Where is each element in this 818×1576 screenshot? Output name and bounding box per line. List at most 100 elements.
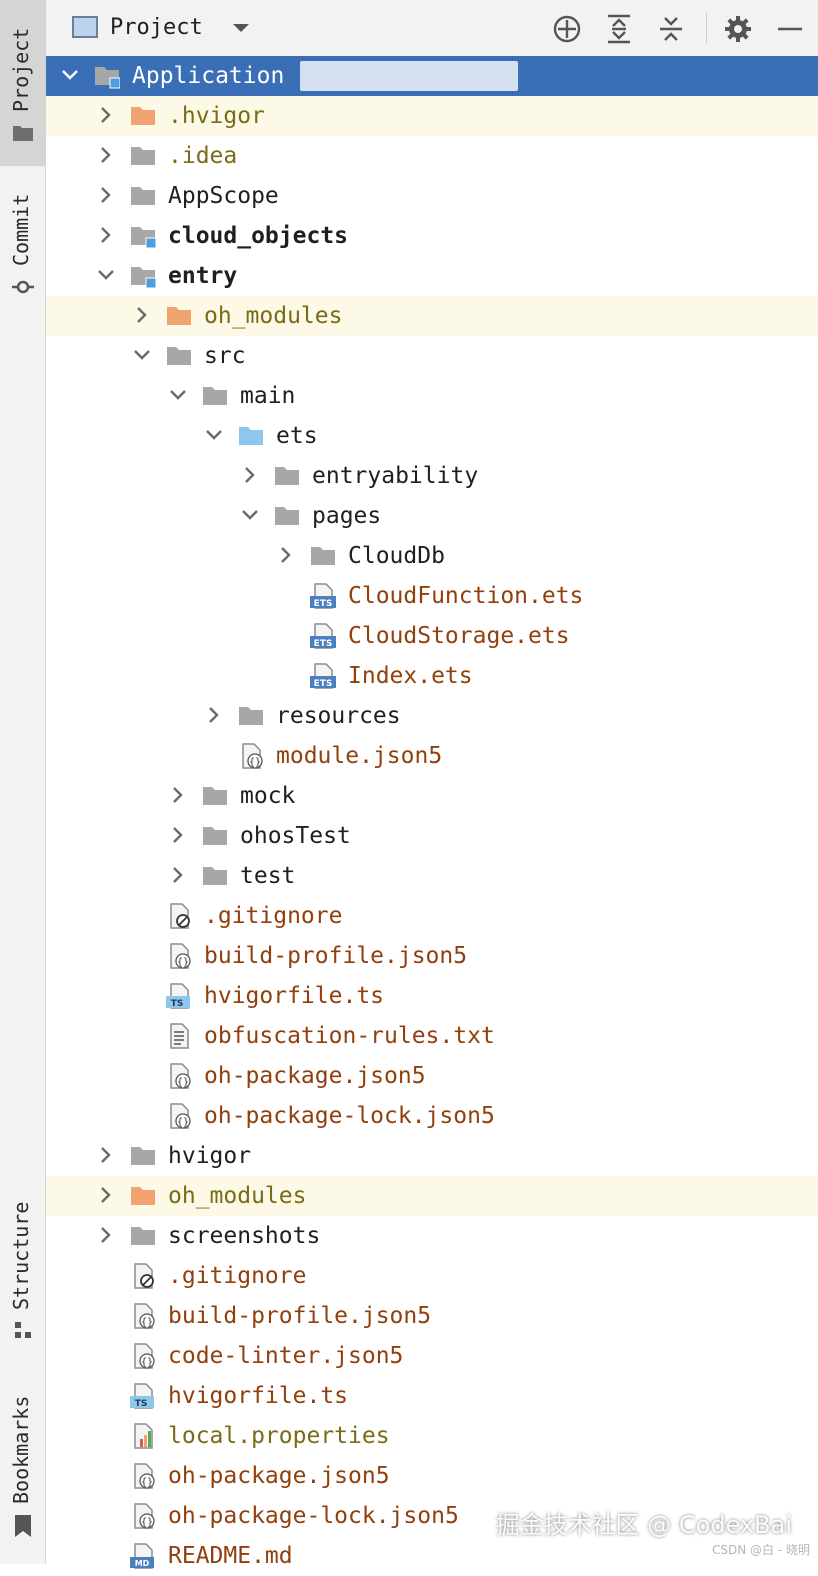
tree-row-label: oh-package-lock.json5 xyxy=(168,1503,459,1529)
tree-row[interactable]: TS hvigorfile.ts xyxy=(46,976,818,1016)
bookmarks-tool-tab[interactable]: Bookmarks xyxy=(0,1380,45,1550)
tree-row[interactable]: main xyxy=(46,376,818,416)
svg-text:ETS: ETS xyxy=(314,679,333,689)
commit-tool-tab[interactable]: Commit xyxy=(0,180,45,300)
panel-title[interactable]: Project xyxy=(110,15,203,40)
json-file-icon: {} xyxy=(166,1063,192,1089)
tree-row-label: oh_modules xyxy=(204,303,343,329)
folder-icon xyxy=(274,503,300,529)
folder-orange-icon xyxy=(166,303,192,329)
tree-row[interactable]: {} build-profile.json5 xyxy=(46,936,818,976)
tree-row-label: build-profile.json5 xyxy=(204,943,468,969)
chevron-right-icon[interactable] xyxy=(96,185,116,205)
svg-text:TS: TS xyxy=(135,1399,148,1409)
folder-icon xyxy=(130,183,156,209)
text-file-icon xyxy=(166,1023,192,1049)
tree-row[interactable]: {} build-profile.json5 xyxy=(46,1296,818,1336)
gear-icon[interactable] xyxy=(721,12,755,46)
locate-icon[interactable] xyxy=(550,12,584,46)
tree-row[interactable]: entryability xyxy=(46,456,818,496)
tree-row[interactable]: ETS Index.ets xyxy=(46,656,818,696)
chevron-down-icon[interactable] xyxy=(204,425,224,445)
folder-icon xyxy=(130,1143,156,1169)
tree-row-label: entry xyxy=(168,263,238,289)
tree-row[interactable]: .gitignore xyxy=(46,1256,818,1296)
chevron-right-icon[interactable] xyxy=(96,225,116,245)
chevron-right-icon[interactable] xyxy=(132,305,152,325)
tree-row[interactable]: {} oh-package-lock.json5 xyxy=(46,1096,818,1136)
chevron-down-icon[interactable] xyxy=(240,505,260,525)
tree-row[interactable]: pages xyxy=(46,496,818,536)
tree-row-label: module.json5 xyxy=(276,743,443,769)
tree-row[interactable]: resources xyxy=(46,696,818,736)
tree-row-label: resources xyxy=(276,703,401,729)
project-panel-header: Project xyxy=(46,0,818,57)
expand-all-icon[interactable] xyxy=(602,12,636,46)
chevron-right-icon[interactable] xyxy=(168,785,188,805)
tree-row[interactable]: cloud_objects xyxy=(46,216,818,256)
chevron-right-icon[interactable] xyxy=(96,1145,116,1165)
svg-text:TS: TS xyxy=(171,999,184,1009)
tree-row[interactable]: ohosTest xyxy=(46,816,818,856)
tree-row[interactable]: MD README.md xyxy=(46,1536,818,1576)
tree-row[interactable]: ets xyxy=(46,416,818,456)
tree-row[interactable]: .gitignore xyxy=(46,896,818,936)
chevron-right-icon[interactable] xyxy=(96,105,116,125)
tree-row[interactable]: oh_modules xyxy=(46,296,818,336)
view-dropdown-chevron-icon[interactable] xyxy=(232,22,250,34)
chevron-down-icon[interactable] xyxy=(132,345,152,365)
chevron-right-icon[interactable] xyxy=(96,1225,116,1245)
tree-row[interactable]: {} module.json5 xyxy=(46,736,818,776)
chevron-down-icon[interactable] xyxy=(60,65,80,85)
tree-row-label: Application xyxy=(132,63,285,89)
bookmarks-tool-label: Bookmarks xyxy=(9,1395,33,1504)
project-tool-tab[interactable]: Project xyxy=(0,0,45,166)
chevron-right-icon[interactable] xyxy=(204,705,224,725)
json-file-icon: {} xyxy=(166,1103,192,1129)
tree-row[interactable]: .hvigor xyxy=(46,96,818,136)
tree-row[interactable]: hvigor xyxy=(46,1136,818,1176)
ets-file-icon: ETS xyxy=(310,663,336,689)
tree-row-label: hvigorfile.ts xyxy=(168,1383,349,1409)
tree-row[interactable]: src xyxy=(46,336,818,376)
folder-icon xyxy=(130,1223,156,1249)
tree-row[interactable]: mock xyxy=(46,776,818,816)
tree-row[interactable]: ETS CloudStorage.ets xyxy=(46,616,818,656)
tree-row[interactable]: Application xyxy=(46,56,818,96)
chevron-right-icon[interactable] xyxy=(168,825,188,845)
minimize-icon[interactable] xyxy=(773,12,807,46)
collapse-all-icon[interactable] xyxy=(654,12,688,46)
svg-text:{}: {} xyxy=(177,1117,189,1128)
tree-row[interactable]: .idea xyxy=(46,136,818,176)
tree-row[interactable]: test xyxy=(46,856,818,896)
tree-row[interactable]: screenshots xyxy=(46,1216,818,1256)
tree-row[interactable]: ETS CloudFunction.ets xyxy=(46,576,818,616)
chevron-right-icon[interactable] xyxy=(96,145,116,165)
svg-text:{}: {} xyxy=(177,957,189,968)
tree-row[interactable]: oh_modules xyxy=(46,1176,818,1216)
tree-row[interactable]: CloudDb xyxy=(46,536,818,576)
tree-row[interactable]: {} oh-package.json5 xyxy=(46,1456,818,1496)
tree-row[interactable]: local.properties xyxy=(46,1416,818,1456)
tree-row[interactable]: TS hvigorfile.ts xyxy=(46,1376,818,1416)
tree-row[interactable]: {} oh-package.json5 xyxy=(46,1056,818,1096)
chevron-down-icon[interactable] xyxy=(168,385,188,405)
folder-blue-icon xyxy=(238,423,264,449)
tree-row[interactable]: {} code-linter.json5 xyxy=(46,1336,818,1376)
folder-orange-icon xyxy=(130,103,156,129)
tree-row-label: oh-package.json5 xyxy=(204,1063,426,1089)
tree-row-label: screenshots xyxy=(168,1223,321,1249)
folder-icon xyxy=(130,143,156,169)
tree-row[interactable]: entry xyxy=(46,256,818,296)
chevron-down-icon[interactable] xyxy=(96,265,116,285)
structure-tool-tab[interactable]: Structure xyxy=(0,1180,45,1350)
tree-row[interactable]: obfuscation-rules.txt xyxy=(46,1016,818,1056)
chevron-right-icon[interactable] xyxy=(240,465,260,485)
properties-file-icon xyxy=(130,1423,156,1449)
chevron-right-icon[interactable] xyxy=(276,545,296,565)
module-folder-icon xyxy=(130,263,157,289)
tree-row-label: ohosTest xyxy=(240,823,351,849)
chevron-right-icon[interactable] xyxy=(96,1185,116,1205)
chevron-right-icon[interactable] xyxy=(168,865,188,885)
tree-row[interactable]: AppScope xyxy=(46,176,818,216)
